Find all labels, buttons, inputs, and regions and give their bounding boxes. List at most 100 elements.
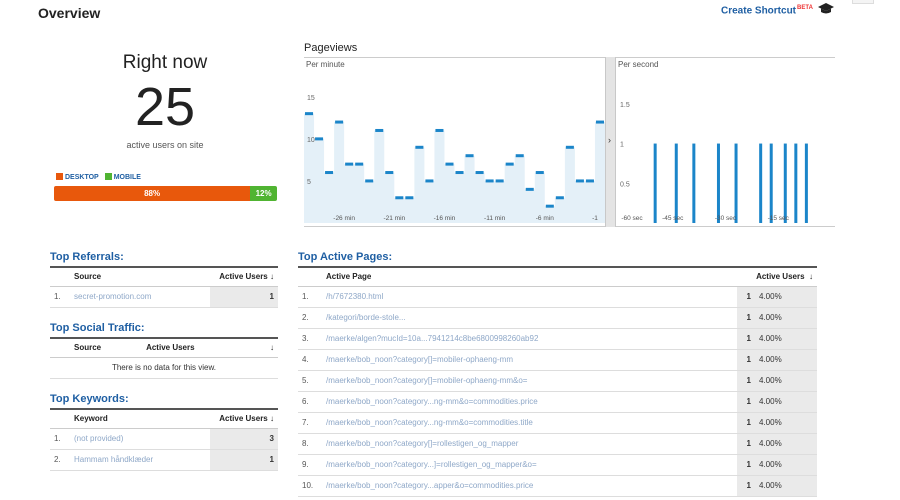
referral-source-link[interactable]: secret-promotion.com	[70, 286, 210, 308]
table-header: Keyword Active Users ↓	[50, 409, 278, 429]
y-tick-label: 1.5	[620, 102, 630, 109]
active-page-link[interactable]: /maerke/bob_noon?category[]=mobiler-opha…	[322, 370, 737, 392]
table-row: 9./maerke/bob_noon?category...]=rollesti…	[298, 454, 817, 476]
keyword-users-col-header[interactable]: Active Users ↓	[210, 409, 278, 429]
mortarboard-icon[interactable]	[818, 3, 834, 15]
page-users: 1	[737, 391, 755, 413]
per-second-chart: 0.5 1 1.5 -60 sec -45 sec -30 sec -15 sec	[620, 102, 808, 223]
arrow-down-icon[interactable]: ↓	[270, 272, 274, 281]
arrow-down-icon[interactable]: ↓	[809, 272, 813, 281]
row-number: 1.	[298, 286, 322, 308]
per-second-bar	[674, 143, 678, 223]
table-row: 4./maerke/bob_noon?category[]=mobiler-op…	[298, 349, 817, 371]
referral-users: 1	[210, 286, 278, 308]
active-page-link[interactable]: /maerke/bob_noon?category...apper&o=comm…	[322, 475, 737, 497]
per-minute-panel: Per minute 5 10 15 -26 min -21 min -16 min -11…	[304, 57, 605, 227]
y-tick-label: 1	[620, 142, 624, 149]
table-header: Source Active Users ↓	[50, 338, 278, 358]
table-row: 1./h/7672380.html 1 4.00%	[298, 286, 817, 308]
row-number: 6.	[298, 391, 322, 413]
page-percent: 4.00%	[755, 307, 817, 329]
pages-users-col-label[interactable]: Active Users	[756, 272, 804, 281]
y-tick-label: 15	[307, 95, 315, 102]
page-percent: 4.00%	[755, 328, 817, 350]
pageviews-title: Pageviews	[304, 42, 358, 54]
top-referrals-table: Source Active Users ↓ 1. secret-promotio…	[50, 266, 278, 308]
top-keywords-title[interactable]: Top Keywords:	[50, 393, 129, 405]
create-shortcut-label[interactable]: Create Shortcut	[721, 5, 796, 16]
top-pages-table: Active Page Active Users ↓ 1./h/7672380.…	[298, 266, 817, 497]
row-number: 2.	[298, 307, 322, 329]
row-number: 1.	[50, 286, 70, 308]
active-page-link[interactable]: /h/7672380.html	[322, 286, 737, 308]
table-row: 3./maerke/algen?mucId=10a...7941214c8be6…	[298, 328, 817, 350]
per-second-panel: Per second 0.5 1 1.5 -60 sec -45 sec -30 sec -…	[616, 57, 835, 227]
keyword-col-header[interactable]: Keyword	[70, 409, 210, 429]
table-row: 10./maerke/bob_noon?category...apper&o=c…	[298, 475, 817, 497]
active-page-link[interactable]: /kategori/borde-stole...	[322, 307, 737, 329]
social-source-col-header[interactable]: Source	[70, 338, 143, 358]
num-col	[50, 409, 70, 429]
y-tick-label: 10	[307, 137, 315, 144]
x-tick-label: -60 sec	[621, 215, 643, 222]
create-shortcut-link[interactable]: Create ShortcutBETA	[721, 5, 813, 16]
arrow-down-icon[interactable]: ↓	[270, 414, 274, 423]
top-referrals-title[interactable]: Top Referrals:	[50, 251, 124, 263]
legend-mobile: MOBILE	[104, 173, 141, 181]
chart-expand-handle[interactable]: ›	[605, 57, 616, 227]
table-row: 2. Hammam håndklæder 1	[50, 449, 278, 471]
legend-desktop: DESKTOP	[56, 173, 99, 181]
top-pages-title[interactable]: Top Active Pages:	[298, 251, 392, 263]
social-users-col-header[interactable]: Active Users	[142, 338, 258, 358]
table-row: 1. secret-promotion.com 1	[50, 286, 278, 308]
x-tick-label: -26 min	[333, 215, 355, 222]
table-row: 7./maerke/bob_noon?category...ng-mm&o=co…	[298, 412, 817, 434]
num-col	[298, 267, 322, 287]
social-empty-message: There is no data for this view.	[50, 357, 278, 379]
table-header: Active Page Active Users ↓	[298, 267, 817, 287]
active-page-link[interactable]: /maerke/algen?mucId=10a...7941214c8be680…	[322, 328, 737, 350]
source-col-header[interactable]: Source	[70, 267, 210, 287]
active-users-caption: active users on site	[126, 140, 204, 150]
row-number: 9.	[298, 454, 322, 476]
active-page-link[interactable]: /maerke/bob_noon?category...ng-mm&o=comm…	[322, 412, 737, 434]
active-users-col-label[interactable]: Active Users	[219, 272, 267, 281]
per-second-bar	[804, 143, 808, 223]
x-tick-label: -15 sec	[768, 215, 790, 222]
arrow-down-icon[interactable]: ↓	[258, 338, 278, 358]
row-number: 3.	[298, 328, 322, 350]
active-users-col-header[interactable]: Active Users ↓	[210, 267, 278, 287]
page-users: 1	[737, 328, 755, 350]
page-users: 1	[737, 412, 755, 434]
chevron-right-icon[interactable]: ›	[608, 135, 611, 145]
pages-users-col-header[interactable]: Active Users ↓	[737, 267, 817, 287]
x-tick-label: -30 sec	[715, 215, 737, 222]
x-tick-label: -6 min	[536, 215, 554, 222]
top-social-title[interactable]: Top Social Traffic:	[50, 322, 145, 334]
row-number: 7.	[298, 412, 322, 434]
beta-badge: BETA	[797, 5, 813, 11]
page-users: 1	[737, 433, 755, 455]
keyword-users-col-label[interactable]: Active Users	[219, 414, 267, 423]
row-number: 1.	[50, 428, 70, 450]
per-second-bar	[769, 143, 773, 223]
per-minute-area	[304, 113, 605, 223]
active-page-col-header[interactable]: Active Page	[322, 267, 737, 287]
active-page-link[interactable]: /maerke/bob_noon?category...ng-mm&o=comm…	[322, 391, 737, 413]
active-users-count: 25	[134, 77, 196, 137]
keyword-link[interactable]: Hammam håndklæder	[70, 449, 210, 471]
account-thumbnail[interactable]	[852, 0, 874, 4]
table-row: 5./maerke/bob_noon?category[]=mobiler-op…	[298, 370, 817, 392]
active-page-link[interactable]: /maerke/bob_noon?category...]=rollestige…	[322, 454, 737, 476]
x-tick-label: -16 min	[434, 215, 456, 222]
page-percent: 4.00%	[755, 454, 817, 476]
keyword-link[interactable]: (not provided)	[70, 428, 210, 450]
active-page-link[interactable]: /maerke/bob_noon?category[]=mobiler-opha…	[322, 349, 737, 371]
per-second-bar	[692, 143, 696, 223]
page-percent: 4.00%	[755, 370, 817, 392]
per-minute-chart: 5 10 15 -26 min -21 min -16 min -11 min -6 min -…	[304, 95, 605, 223]
active-page-link[interactable]: /maerke/bob_noon?category[]=rollestigen_…	[322, 433, 737, 455]
top-social-table: Source Active Users ↓ There is no data f…	[50, 337, 278, 379]
page-users: 1	[737, 454, 755, 476]
num-col	[50, 338, 70, 358]
